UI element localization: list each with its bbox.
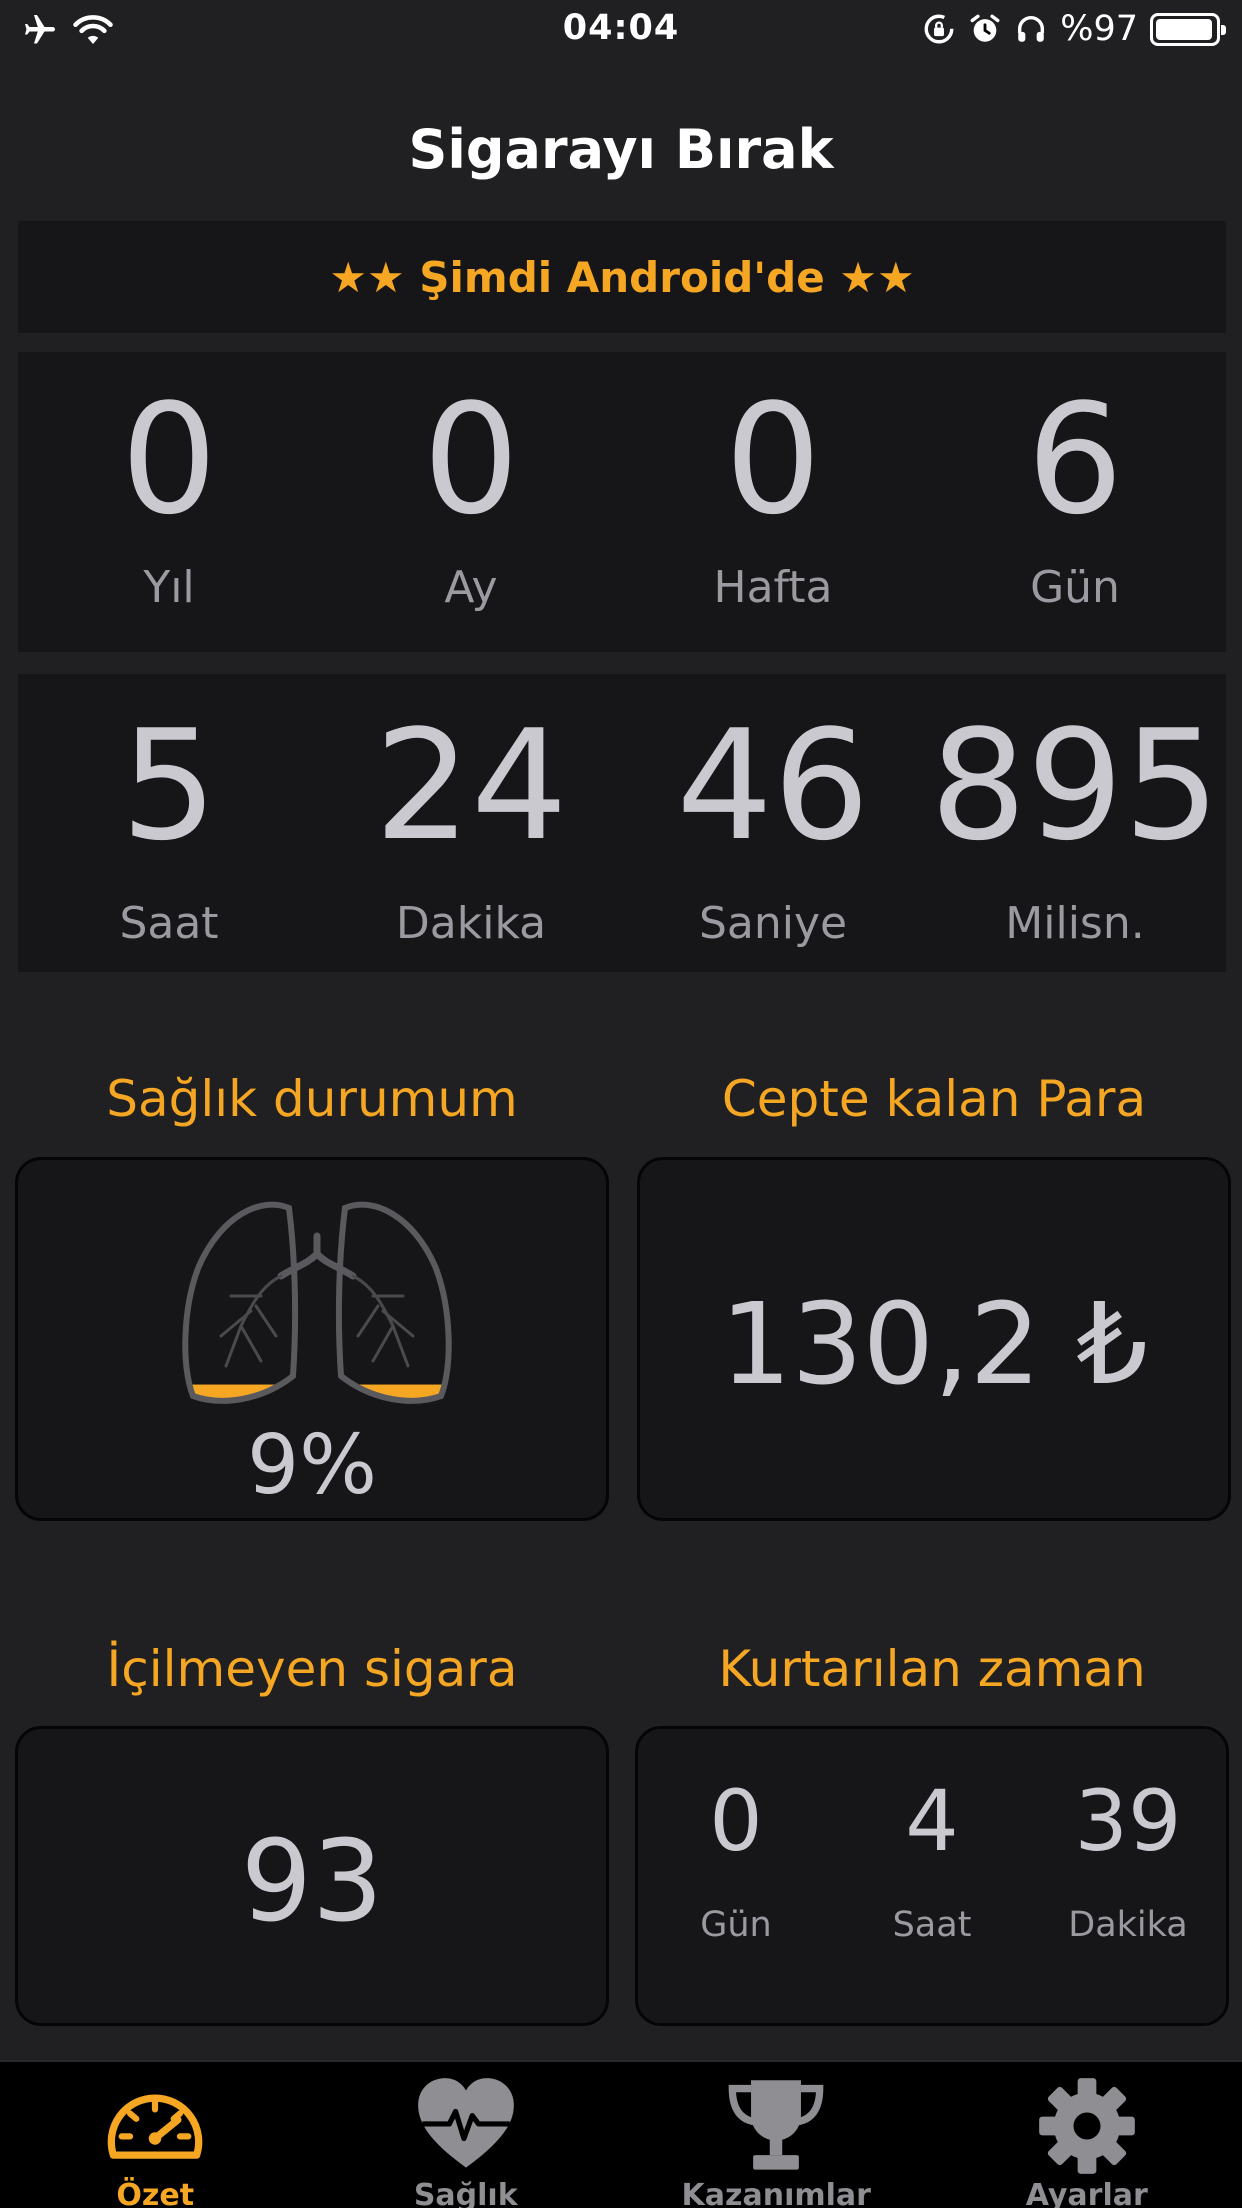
elapsed-label: Hafta: [713, 562, 833, 613]
speedometer-icon: [108, 2094, 203, 2159]
time-saved-card[interactable]: 0 Gün 4 Saat 39 Dakika: [635, 1726, 1229, 2026]
tab-achievements[interactable]: Kazanımlar: [621, 2062, 932, 2208]
battery-fill: [1156, 18, 1213, 40]
rotation-lock-icon: [924, 14, 954, 44]
time-saved-hours: 4 Saat: [834, 1779, 1030, 1945]
elapsed-label: Ay: [444, 562, 498, 613]
health-card[interactable]: 9%: [15, 1157, 609, 1521]
elapsed-milliseconds: 895 Milisn.: [924, 674, 1226, 972]
elapsed-label: Dakika: [395, 898, 547, 949]
tab-bar: Özet Sağlık Kazanımlar Ayarlar: [0, 2060, 1242, 2208]
battery-percent: %97: [1060, 9, 1138, 49]
time-saved-minutes: 39 Dakika: [1030, 1779, 1226, 1945]
elapsed-time-panel: 5 Saat 24 Dakika 46 Saniye 895 Milisn.: [18, 674, 1226, 972]
battery-icon: [1150, 12, 1226, 46]
status-right: %97: [922, 8, 1226, 50]
time-saved-values: 0 Gün 4 Saat 39 Dakika: [638, 1779, 1226, 1945]
tab-summary[interactable]: Özet: [0, 2062, 311, 2208]
time-saved-value: 39: [1074, 1772, 1182, 1870]
elapsed-value: 0: [422, 371, 520, 548]
android-promo-banner[interactable]: ★★ Şimdi Android'de ★★: [18, 221, 1226, 333]
gear-icon: [1038, 2078, 1135, 2174]
time-saved-value: 4: [905, 1772, 959, 1870]
time-saved-label: Gün: [700, 1905, 772, 1945]
elapsed-value: 6: [1026, 371, 1124, 548]
tab-label: Özet: [116, 2178, 195, 2208]
cigarettes-title: İçilmeyen sigara: [106, 1640, 518, 1698]
time-saved-label: Dakika: [1068, 1905, 1188, 1945]
elapsed-date-panel: 0 Yıl 0 Ay 0 Hafta 6 Gün: [18, 352, 1226, 652]
time-saved-days: 0 Gün: [638, 1779, 834, 1945]
elapsed-label: Yıl: [143, 562, 195, 613]
tab-settings[interactable]: Ayarlar: [932, 2062, 1242, 2208]
elapsed-value: 46: [676, 697, 870, 874]
elapsed-value: 5: [120, 697, 218, 874]
elapsed-value: 24: [374, 697, 568, 874]
tab-label: Sağlık: [413, 2178, 518, 2208]
elapsed-days: 6 Gün: [924, 352, 1226, 652]
elapsed-months: 0 Ay: [320, 352, 622, 652]
elapsed-value: 895: [929, 697, 1221, 874]
alarm-icon: [970, 14, 1000, 42]
time-saved-label: Saat: [892, 1905, 972, 1945]
elapsed-label: Saniye: [698, 898, 848, 949]
time-saved-value: 0: [709, 1772, 763, 1870]
elapsed-value: 0: [120, 371, 218, 548]
lungs-icon: [182, 1201, 452, 1404]
page-title: Sigarayı Bırak: [408, 118, 834, 181]
tab-label: Kazanımlar: [681, 2178, 871, 2208]
tab-label: Ayarlar: [1025, 2178, 1148, 2208]
tab-health[interactable]: Sağlık: [311, 2062, 622, 2208]
heart-pulse-icon: [417, 2078, 514, 2168]
money-card[interactable]: 130,2 ₺: [637, 1157, 1231, 1521]
elapsed-minutes: 24 Dakika: [320, 674, 622, 972]
time-saved-title: Kurtarılan zaman: [718, 1640, 1146, 1698]
trophy-icon: [728, 2080, 824, 2170]
cigarettes-value: 93: [240, 1817, 384, 1947]
headphones-icon: [1018, 16, 1045, 42]
elapsed-value: 0: [724, 371, 822, 548]
money-value: 130,2 ₺: [720, 1280, 1148, 1410]
health-title: Sağlık durumum: [106, 1070, 518, 1128]
health-percent: 9%: [246, 1418, 378, 1513]
elapsed-hours: 5 Saat: [18, 674, 320, 972]
money-title: Cepte kalan Para: [721, 1070, 1147, 1128]
cigarettes-card[interactable]: 93: [15, 1726, 609, 2026]
elapsed-label: Saat: [119, 898, 219, 949]
elapsed-seconds: 46 Saniye: [622, 674, 924, 972]
elapsed-label: Gün: [1030, 562, 1120, 613]
elapsed-years: 0 Yıl: [18, 352, 320, 652]
elapsed-label: Milisn.: [1005, 898, 1145, 949]
status-bar: 04:04 %97: [0, 0, 1242, 62]
elapsed-weeks: 0 Hafta: [622, 352, 924, 652]
